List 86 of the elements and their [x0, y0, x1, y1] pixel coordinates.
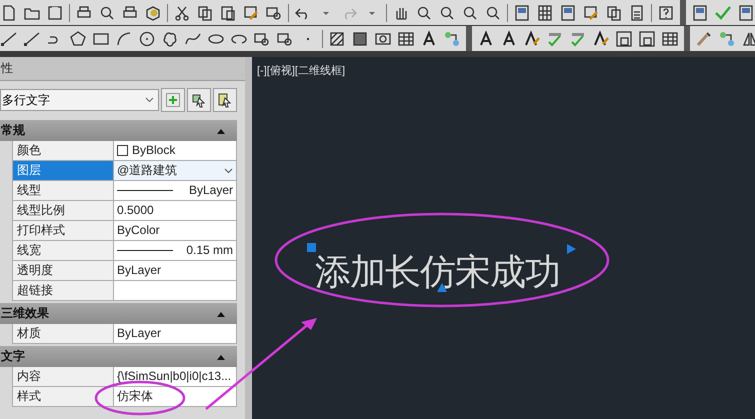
cloud-icon[interactable]: [161, 30, 179, 48]
section-title: 常规: [0, 122, 25, 139]
copy-pages-icon[interactable]: [196, 4, 214, 22]
cursor-icon: [217, 92, 233, 108]
section-header[interactable]: 常规: [0, 120, 237, 141]
object-type-dropdown[interactable]: 多行文字: [0, 89, 159, 111]
select-objects-button[interactable]: [187, 88, 211, 112]
line-icon[interactable]: [0, 30, 18, 48]
grip-square-icon[interactable]: [307, 243, 316, 252]
property-value[interactable]: @道路建筑: [114, 161, 237, 181]
property-label[interactable]: 颜色: [12, 141, 114, 161]
hatch-icon[interactable]: [328, 30, 346, 48]
window-panel-icon[interactable]: [737, 4, 755, 22]
property-value[interactable]: {\fSimSun|b0|i0|c13...: [114, 367, 237, 387]
panel-title: 性: [0, 57, 245, 81]
value-text: 0.5000: [117, 203, 154, 218]
section-header[interactable]: 三维效果: [0, 303, 237, 324]
arc-icon[interactable]: [115, 30, 133, 48]
value-text: 仿宋体: [117, 389, 153, 404]
chevron-icon: [224, 168, 233, 174]
property-label[interactable]: 超链接: [12, 281, 114, 301]
property-label[interactable]: 线型比例: [12, 201, 114, 221]
line-preview-icon: [117, 250, 173, 251]
text-edit-icon[interactable]: [523, 30, 541, 48]
property-label[interactable]: 内容: [12, 367, 114, 387]
value-text: ByLayer: [188, 183, 233, 198]
window-panel-icon[interactable]: [559, 4, 577, 22]
color-swatch-icon: [117, 145, 128, 156]
match-properties-icon[interactable]: [695, 30, 713, 48]
clipboard-icon[interactable]: [219, 4, 237, 22]
value-text: ByBlock: [132, 143, 176, 158]
property-value[interactable]: 0.5000: [114, 201, 237, 221]
text-edit-icon[interactable]: [592, 30, 610, 48]
section-title: 三维效果: [0, 305, 49, 322]
property-value[interactable]: 仿宋体: [114, 387, 237, 407]
property-value[interactable]: ByLayer: [114, 181, 237, 201]
text-style-icon[interactable]: [477, 30, 495, 48]
toolbar-grip[interactable]: [680, 0, 686, 25]
dotted-square-icon: [165, 92, 181, 108]
property-label[interactable]: 线宽: [12, 241, 114, 261]
line-icon[interactable]: [23, 30, 41, 48]
value-text: {\fSimSun|b0|i0|c13...: [117, 369, 232, 384]
toolbar-grip[interactable]: [466, 26, 472, 51]
property-label[interactable]: 打印样式: [12, 221, 114, 241]
value-text: ByLayer: [117, 263, 162, 278]
value-text: 0.15 mm: [186, 243, 233, 258]
section-header[interactable]: 文字: [0, 346, 237, 367]
property-label[interactable]: 透明度: [12, 261, 114, 281]
help-icon[interactable]: [657, 4, 675, 22]
value-text: @道路建筑: [117, 163, 178, 178]
cursor-icon: [191, 92, 207, 108]
viewport-label[interactable]: [-][俯视][二维线框]: [257, 63, 345, 78]
copy-pages-icon[interactable]: [605, 4, 623, 22]
connected-circles-icon[interactable]: [718, 30, 736, 48]
grid-icon[interactable]: [536, 4, 554, 22]
text-style-icon[interactable]: [500, 30, 518, 48]
text-frame-icon[interactable]: [615, 30, 633, 48]
section-title: 文字: [0, 348, 25, 365]
value-text: ByLayer: [117, 326, 162, 341]
quick-select-button[interactable]: [161, 88, 185, 112]
property-label[interactable]: 样式: [12, 387, 114, 407]
property-label[interactable]: 图层: [12, 161, 114, 181]
toolbar-grip[interactable]: [684, 26, 690, 51]
property-value[interactable]: ByColor: [114, 221, 237, 241]
property-label[interactable]: 线型: [12, 181, 114, 201]
property-value[interactable]: 0.15 mm: [114, 241, 237, 261]
property-value[interactable]: ByLayer: [114, 324, 237, 344]
text-style-icon[interactable]: [420, 30, 438, 48]
grip-triangle-icon[interactable]: [567, 244, 576, 254]
pickadd-button[interactable]: [213, 88, 237, 112]
window-panel-icon[interactable]: [513, 4, 531, 22]
gradient-icon[interactable]: [351, 30, 369, 48]
connected-circles-icon[interactable]: [443, 30, 461, 48]
property-value[interactable]: ByLayer: [114, 261, 237, 281]
chevron-icon: [145, 97, 154, 103]
value-text: ByColor: [117, 223, 160, 238]
property-label[interactable]: 材质: [12, 324, 114, 344]
text-frame-icon[interactable]: [638, 30, 656, 48]
checkmark-icon[interactable]: [714, 4, 732, 22]
table-icon[interactable]: [397, 30, 415, 48]
window-panel-icon[interactable]: [691, 4, 709, 22]
property-value[interactable]: ByBlock: [114, 141, 237, 161]
line-preview-icon: [117, 190, 173, 191]
circle-icon[interactable]: [138, 30, 156, 48]
table-icon[interactable]: [661, 30, 679, 48]
pentagon-icon[interactable]: [69, 30, 87, 48]
